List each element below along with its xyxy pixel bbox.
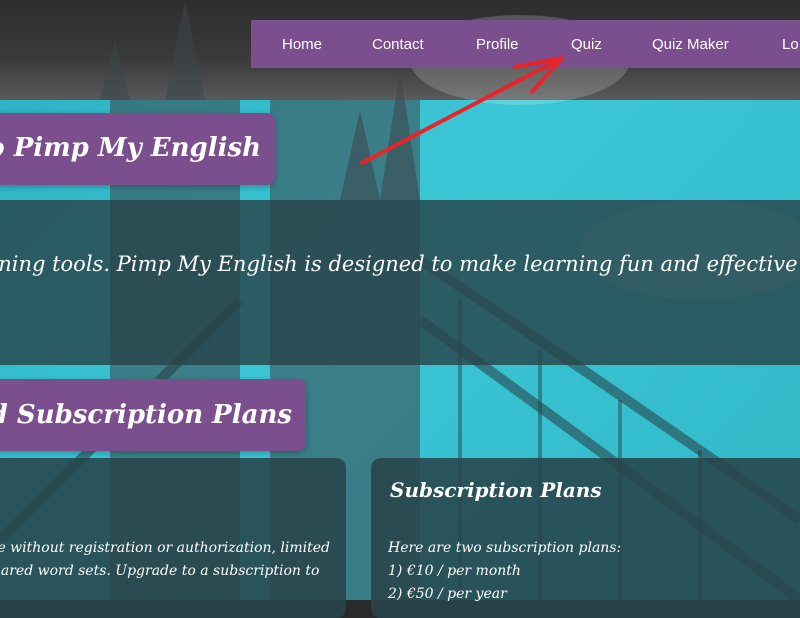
free-access-line: nd shared word sets. Upgrade to a subscr… <box>0 563 320 579</box>
nav-quiz[interactable]: Quiz <box>571 36 602 53</box>
subscription-line: Here are two subscription plans: <box>388 540 622 556</box>
plans-heading-text: es and Subscription Plans <box>0 400 292 430</box>
free-access-line: ervice without registration or authoriza… <box>0 540 330 556</box>
free-access-text: ervice without registration or authoriza… <box>0 537 330 583</box>
free-access-card: ervice without registration or authoriza… <box>0 458 346 618</box>
welcome-heading: me to Pimp My English <box>0 113 275 185</box>
intro-text: zed learning tools. Pimp My English is d… <box>0 252 800 276</box>
nav-contact[interactable]: Contact <box>372 36 424 53</box>
plans-heading: es and Subscription Plans <box>0 379 306 451</box>
nav-profile[interactable]: Profile <box>476 36 519 53</box>
intro-section: zed learning tools. Pimp My English is d… <box>0 200 800 365</box>
subscription-plan-monthly: 1) €10 / per month <box>388 563 521 579</box>
nav-quiz-maker[interactable]: Quiz Maker <box>652 36 729 53</box>
subscription-card-title: Subscription Plans <box>390 478 602 502</box>
nav-home[interactable]: Home <box>282 36 322 53</box>
subscription-plan-yearly: 2) €50 / per year <box>388 586 507 602</box>
subscription-card: Subscription Plans Here are two subscrip… <box>371 458 800 618</box>
main-nav: Home Contact Profile Quiz Quiz Maker Lo <box>251 20 800 68</box>
welcome-heading-text: me to Pimp My English <box>0 133 261 163</box>
nav-login[interactable]: Lo <box>782 36 799 53</box>
subscription-card-text: Here are two subscription plans: 1) €10 … <box>388 537 621 606</box>
